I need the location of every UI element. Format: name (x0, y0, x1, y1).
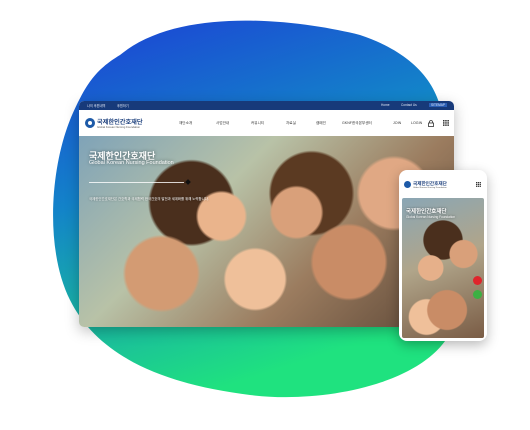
desktop-mockup: 나의 후원내역 후원하기 Home Contact Us SITEMAP 국제한… (79, 101, 454, 327)
main-navbar: 국제한인간호재단 Global Korean Nursing Foundatio… (79, 110, 454, 137)
mobile-hero-subtitle: Global Korean Nursing Foundation (406, 215, 456, 219)
foundation-logo-icon[interactable] (85, 118, 95, 128)
hero-description: 국제한인간호재단은 간호학과 국제협력 한국간호의 발전과 세계화를 위해 노력… (89, 197, 209, 201)
nav-item-login[interactable]: LOGIN (411, 121, 422, 125)
nav-item-business[interactable]: 사업안내 (216, 121, 229, 126)
mobile-grid-menu-icon[interactable] (476, 182, 481, 187)
nav-item-campaign[interactable]: 캠페인 (316, 121, 326, 126)
mobile-floating-button-green[interactable] (473, 290, 482, 299)
mobile-hero-banner: 국제한인간호재단 Global Korean Nursing Foundatio… (402, 198, 484, 338)
mobile-hero-title: 국제한인간호재단 (406, 209, 447, 215)
hero-subtitle: Global Korean Nursing Foundation (89, 160, 174, 166)
nav-item-community[interactable]: 커뮤니티 (251, 121, 264, 126)
mobile-mockup: 국제한인간호재단 Global Korean Nursing Foundatio… (399, 170, 487, 341)
topbar-link-sitemap[interactable]: SITEMAP (429, 103, 447, 107)
hero-banner: 국제한인간호재단 Global Korean Nursing Foundatio… (79, 136, 454, 327)
mobile-logo-title-en: Global Korean Nursing Foundation (413, 187, 447, 189)
hero-divider (89, 182, 184, 183)
nav-item-korea-center[interactable]: GKNF한국본부센터 (342, 121, 372, 126)
topbar-link-home[interactable]: Home (381, 103, 390, 107)
nav-item-archive[interactable]: 자료실 (286, 121, 296, 126)
hero-diamond-marker (185, 179, 191, 185)
lock-icon[interactable] (428, 120, 434, 127)
nav-item-about[interactable]: 재단소개 (179, 121, 192, 126)
mobile-floating-button-red[interactable] (473, 276, 482, 285)
topbar-link-donate[interactable]: 후원하기 (117, 103, 129, 108)
topbar-link-contact[interactable]: Contact Us (401, 103, 417, 107)
logo-title-en: Global Korean Nursing Foundation (97, 125, 141, 129)
top-utility-bar: 나의 후원내역 후원하기 Home Contact Us SITEMAP (79, 101, 454, 110)
mobile-logo-icon[interactable] (404, 181, 411, 188)
grid-menu-icon[interactable] (443, 120, 449, 126)
mobile-navbar: 국제한인간호재단 Global Korean Nursing Foundatio… (399, 174, 487, 196)
topbar-link-donation-history[interactable]: 나의 후원내역 (87, 103, 105, 108)
nav-item-join[interactable]: JOIN (393, 121, 401, 125)
